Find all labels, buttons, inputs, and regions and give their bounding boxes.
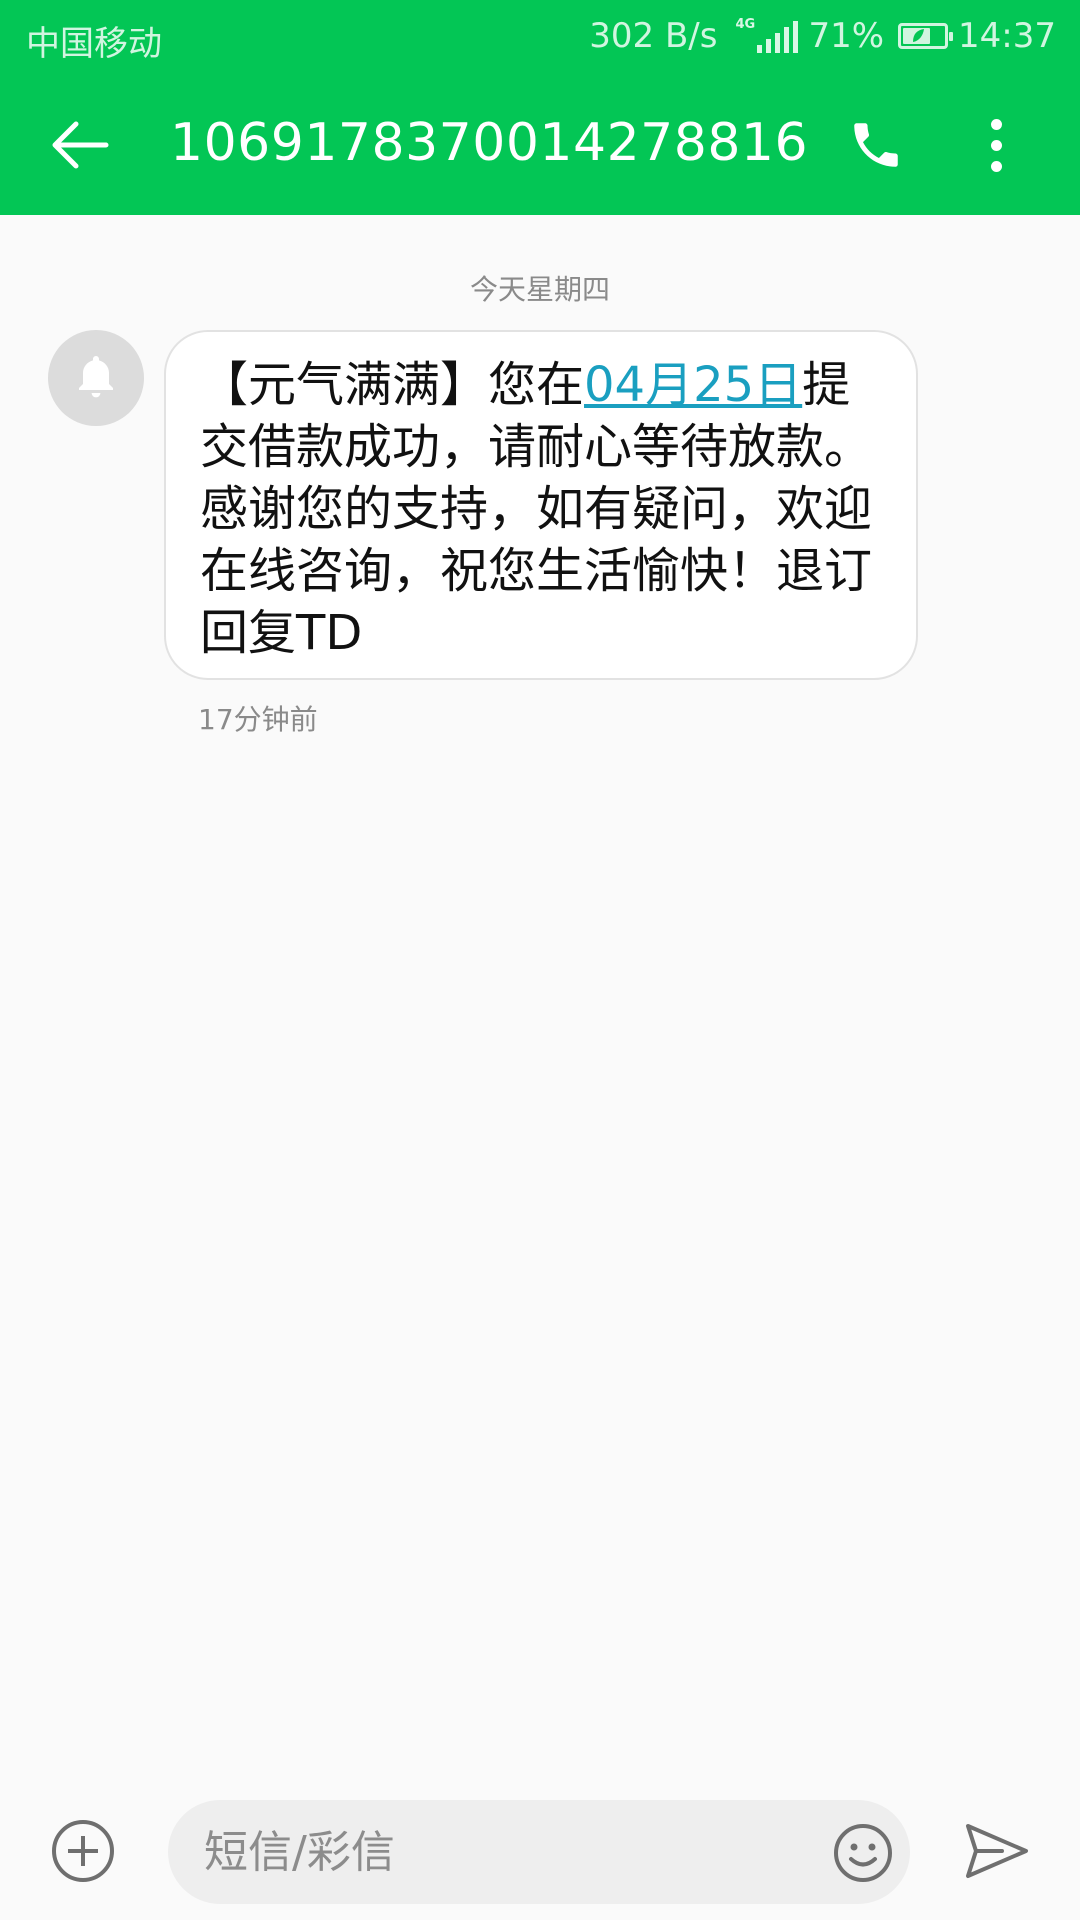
status-indicators: 302 B/s 4G 71% 14:37 <box>589 16 1056 56</box>
carrier-name: 中国移动 <box>26 24 162 64</box>
header: 中国移动 302 B/s 4G 71% 14:37 10691783700142… <box>0 0 1080 215</box>
sender-avatar[interactable] <box>48 330 144 426</box>
phone-icon <box>854 123 898 167</box>
more-options-button[interactable] <box>966 105 1026 185</box>
network-type: 4G <box>735 17 756 32</box>
message-timestamp: 17分钟前 <box>198 703 318 736</box>
composer <box>0 1780 1080 1920</box>
arrow-left-icon <box>52 121 109 169</box>
battery-icon <box>898 23 954 49</box>
send-icon[interactable] <box>962 1816 1032 1886</box>
message-text-prefix: 【元气满满】您在 <box>200 357 585 413</box>
plus-circle-icon[interactable] <box>52 1820 114 1882</box>
message-input-box <box>168 1800 910 1904</box>
battery-percent: 71% <box>808 16 885 56</box>
call-button[interactable] <box>836 105 916 185</box>
more-vert-icon <box>990 118 1002 130</box>
net-speed: 302 B/s <box>589 16 718 56</box>
message-input[interactable] <box>204 1800 764 1904</box>
status-bar: 中国移动 302 B/s 4G 71% 14:37 <box>0 0 1080 75</box>
eco-leaf-icon <box>913 29 925 42</box>
message-bubble[interactable]: 【元气满满】您在04月25日提交借款成功，请耐心等待放款。感谢您的支持，如有疑问… <box>164 330 918 680</box>
date-link[interactable]: 04月25日 <box>584 357 802 413</box>
bell-icon <box>79 356 113 398</box>
smiley-icon[interactable] <box>832 1822 894 1884</box>
contact-title: 1069178370014278816 <box>170 113 809 173</box>
signal-icon: 4G <box>735 17 799 53</box>
back-button[interactable] <box>40 105 120 185</box>
app-bar: 1069178370014278816 <box>0 75 1080 215</box>
clock: 14:37 <box>958 16 1056 56</box>
date-divider: 今天星期四 <box>469 273 610 306</box>
